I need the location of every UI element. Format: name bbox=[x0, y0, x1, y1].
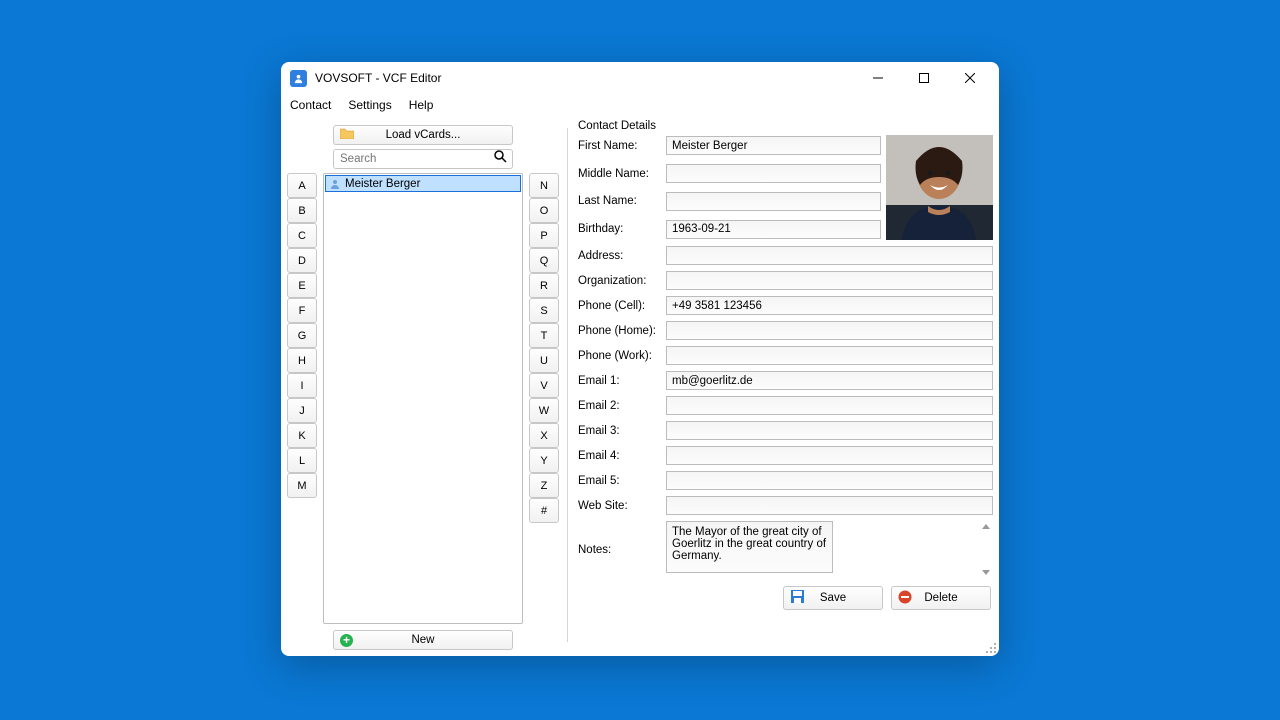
az-f[interactable]: F bbox=[287, 298, 317, 323]
label-organization: Organization: bbox=[576, 275, 666, 287]
label-email2: Email 2: bbox=[576, 400, 666, 412]
window-title: VOVSOFT - VCF Editor bbox=[315, 71, 855, 85]
input-phone-home[interactable] bbox=[666, 321, 993, 340]
label-email3: Email 3: bbox=[576, 425, 666, 437]
az-l[interactable]: L bbox=[287, 448, 317, 473]
az-i[interactable]: I bbox=[287, 373, 317, 398]
maximize-button[interactable] bbox=[901, 63, 947, 93]
notes-scrollbar[interactable] bbox=[979, 521, 993, 578]
az-h[interactable]: H bbox=[287, 348, 317, 373]
search-icon bbox=[494, 150, 507, 168]
label-email4: Email 4: bbox=[576, 450, 666, 462]
input-email4[interactable] bbox=[666, 446, 993, 465]
label-middle-name: Middle Name: bbox=[576, 168, 666, 180]
az-y[interactable]: Y bbox=[529, 448, 559, 473]
input-phone-work[interactable] bbox=[666, 346, 993, 365]
az-v[interactable]: V bbox=[529, 373, 559, 398]
az-hash[interactable]: # bbox=[529, 498, 559, 523]
app-icon bbox=[290, 70, 307, 87]
input-email3[interactable] bbox=[666, 421, 993, 440]
input-email5[interactable] bbox=[666, 471, 993, 490]
az-q[interactable]: Q bbox=[529, 248, 559, 273]
input-address[interactable] bbox=[666, 246, 993, 265]
az-t[interactable]: T bbox=[529, 323, 559, 348]
az-s[interactable]: S bbox=[529, 298, 559, 323]
label-address: Address: bbox=[576, 250, 666, 262]
label-last-name: Last Name: bbox=[576, 195, 666, 207]
new-button-label: New bbox=[411, 634, 434, 646]
details-heading: Contact Details bbox=[578, 120, 993, 132]
app-window: VOVSOFT - VCF Editor Contact Settings He… bbox=[281, 62, 999, 656]
label-email1: Email 1: bbox=[576, 375, 666, 387]
minimize-button[interactable] bbox=[855, 63, 901, 93]
delete-icon bbox=[898, 590, 912, 607]
az-x[interactable]: X bbox=[529, 423, 559, 448]
list-item-label: Meister Berger bbox=[345, 178, 420, 190]
az-u[interactable]: U bbox=[529, 348, 559, 373]
input-middle-name[interactable] bbox=[666, 164, 881, 183]
plus-icon: + bbox=[340, 634, 353, 647]
label-phone-home: Phone (Home): bbox=[576, 325, 666, 337]
search-input[interactable] bbox=[334, 153, 512, 165]
vertical-divider bbox=[567, 128, 568, 642]
az-a[interactable]: A bbox=[287, 173, 317, 198]
input-organization[interactable] bbox=[666, 271, 993, 290]
new-button[interactable]: + New bbox=[333, 630, 513, 650]
input-website[interactable] bbox=[666, 496, 993, 515]
contact-photo[interactable] bbox=[886, 135, 993, 240]
az-m[interactable]: M bbox=[287, 473, 317, 498]
input-first-name[interactable] bbox=[666, 136, 881, 155]
input-notes[interactable] bbox=[666, 521, 833, 573]
search-bar[interactable] bbox=[333, 149, 513, 169]
save-button[interactable]: Save bbox=[783, 586, 883, 610]
az-e[interactable]: E bbox=[287, 273, 317, 298]
az-b[interactable]: B bbox=[287, 198, 317, 223]
load-vcards-label: Load vCards... bbox=[334, 129, 512, 141]
label-website: Web Site: bbox=[576, 500, 666, 512]
label-first-name: First Name: bbox=[576, 140, 666, 152]
label-phone-cell: Phone (Cell): bbox=[576, 300, 666, 312]
list-item[interactable]: Meister Berger bbox=[325, 175, 521, 192]
title-bar: VOVSOFT - VCF Editor bbox=[281, 62, 999, 94]
delete-button[interactable]: Delete bbox=[891, 586, 991, 610]
scroll-down-icon[interactable] bbox=[982, 570, 990, 575]
label-phone-work: Phone (Work): bbox=[576, 350, 666, 362]
input-phone-cell[interactable] bbox=[666, 296, 993, 315]
az-j[interactable]: J bbox=[287, 398, 317, 423]
input-last-name[interactable] bbox=[666, 192, 881, 211]
folder-icon bbox=[340, 128, 354, 142]
az-d[interactable]: D bbox=[287, 248, 317, 273]
az-w[interactable]: W bbox=[529, 398, 559, 423]
menu-help[interactable]: Help bbox=[409, 98, 434, 112]
az-k[interactable]: K bbox=[287, 423, 317, 448]
menu-contact[interactable]: Contact bbox=[290, 98, 331, 112]
az-c[interactable]: C bbox=[287, 223, 317, 248]
label-notes: Notes: bbox=[576, 544, 666, 556]
contact-list[interactable]: Meister Berger bbox=[323, 173, 523, 624]
scroll-up-icon[interactable] bbox=[982, 524, 990, 529]
input-birthday[interactable] bbox=[666, 220, 881, 239]
resize-grip[interactable] bbox=[984, 641, 996, 653]
menu-settings[interactable]: Settings bbox=[348, 98, 391, 112]
label-email5: Email 5: bbox=[576, 475, 666, 487]
az-p[interactable]: P bbox=[529, 223, 559, 248]
az-o[interactable]: O bbox=[529, 198, 559, 223]
save-icon bbox=[790, 589, 805, 607]
input-email2[interactable] bbox=[666, 396, 993, 415]
input-email1[interactable] bbox=[666, 371, 993, 390]
az-r[interactable]: R bbox=[529, 273, 559, 298]
close-button[interactable] bbox=[947, 63, 993, 93]
az-g[interactable]: G bbox=[287, 323, 317, 348]
person-icon bbox=[329, 178, 341, 190]
menu-bar: Contact Settings Help bbox=[281, 94, 999, 116]
load-vcards-button[interactable]: Load vCards... bbox=[333, 125, 513, 145]
az-z[interactable]: Z bbox=[529, 473, 559, 498]
label-birthday: Birthday: bbox=[576, 223, 666, 235]
az-n[interactable]: N bbox=[529, 173, 559, 198]
